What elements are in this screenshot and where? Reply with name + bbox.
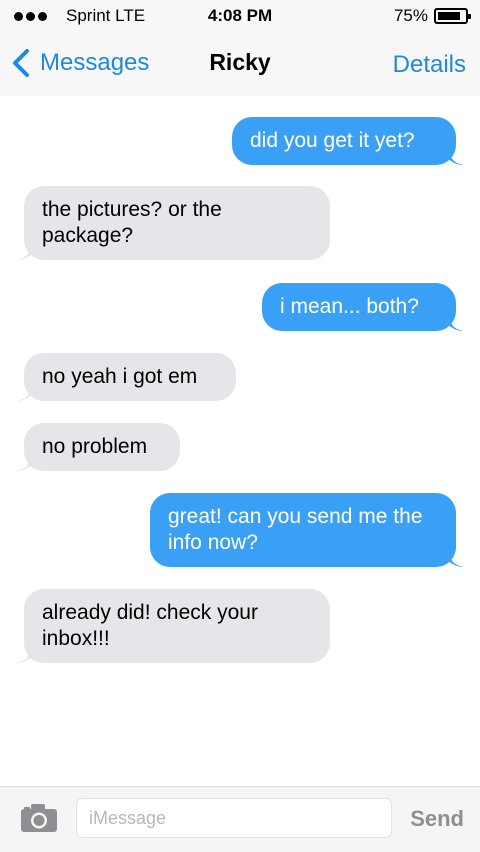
bubble-tail: [442, 316, 464, 331]
navigation-bar: Messages Ricky Details: [0, 32, 480, 96]
message-bubble-received: already did! check your inbox!!!: [16, 589, 330, 663]
message-bubble-received: no yeah i got em: [16, 353, 236, 401]
battery-percentage: 75%: [393, 6, 428, 25]
message-bubble-received: the pictures? or the package?: [16, 186, 330, 260]
status-bar: Sprint LTE 4:08 PM 75%: [0, 0, 480, 32]
chevron-left-icon: [13, 49, 29, 77]
battery-icon: [434, 8, 471, 24]
message-text: i mean... both?: [280, 295, 419, 318]
message-text: the pictures? or the package?: [42, 198, 222, 247]
message-bubble-sent: great! can you send me the info now?: [150, 493, 464, 567]
details-button[interactable]: Details: [393, 51, 466, 79]
message-text: no yeah i got em: [42, 365, 198, 388]
back-button[interactable]: Messages: [12, 48, 149, 78]
bubble-tail: [16, 386, 38, 401]
bubble-tail: [16, 648, 38, 663]
message-text: no problem: [42, 435, 148, 458]
message-text: did you get it yet?: [250, 129, 415, 152]
imessage-input[interactable]: [76, 798, 392, 838]
message-bubble-sent: i mean... both?: [262, 283, 464, 331]
bubble-tail: [16, 456, 38, 471]
back-button-label: Messages: [40, 49, 150, 76]
message-text: great! can you send me the info now?: [168, 505, 423, 554]
message-input-bar: Send: [0, 786, 480, 852]
message-bubble-sent: did you get it yet?: [232, 117, 464, 165]
bubble-tail: [16, 245, 38, 260]
message-text: already did! check your inbox!!!: [42, 601, 258, 650]
send-button[interactable]: Send: [410, 806, 464, 832]
message-bubble-received: no problem: [16, 423, 180, 471]
camera-icon[interactable]: [20, 803, 58, 833]
bubble-tail: [442, 552, 464, 567]
bubble-tail: [442, 150, 464, 165]
